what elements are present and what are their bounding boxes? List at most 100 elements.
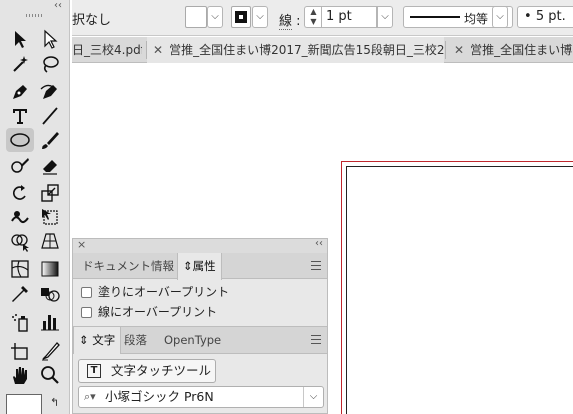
- tab-character[interactable]: ⇕ 文字: [73, 327, 122, 354]
- panel-tabs-top: ドキュメント情報 ⇕属性: [73, 253, 327, 280]
- close-icon[interactable]: ✕: [454, 43, 464, 57]
- hand-tool[interactable]: [6, 363, 34, 387]
- mesh-tool[interactable]: [6, 257, 34, 281]
- tab-document-2[interactable]: ✕ 営推_全国住まい博2017_新聞広告15段朝日_三校2.ai*: [147, 37, 444, 63]
- overprint-fill-label: 塗りにオーバープリント: [98, 285, 230, 299]
- panel-menu-icon[interactable]: [311, 335, 321, 344]
- perspective-grid-tool[interactable]: [36, 229, 64, 253]
- touch-type-tool-button[interactable]: T 文字タッチツール: [78, 359, 216, 383]
- overprint-fill-checkbox[interactable]: [81, 286, 92, 298]
- symbol-sprayer-icon: [12, 314, 28, 332]
- column-graph-icon: [41, 315, 59, 331]
- direct-selection-icon: [44, 29, 58, 49]
- ellipse-tool[interactable]: [6, 128, 34, 152]
- fill-stroke-swatch[interactable]: [6, 394, 42, 414]
- overprint-stroke-label: 線にオーバープリント: [98, 305, 218, 319]
- panel-tabs-bottom: ⇕ 文字 段落 OpenType: [73, 326, 327, 354]
- gradient-tool[interactable]: [36, 257, 64, 281]
- pen-icon: [13, 85, 27, 99]
- curvature-icon: [40, 84, 57, 99]
- eyedropper-tool[interactable]: [6, 282, 34, 306]
- lasso-icon: [43, 56, 59, 73]
- stroke-weight-field[interactable]: 1 pt: [321, 6, 377, 28]
- lasso-tool[interactable]: [36, 52, 64, 76]
- artboard-icon: [11, 343, 28, 360]
- curvature-tool[interactable]: [36, 80, 64, 104]
- column-graph-tool[interactable]: [36, 310, 64, 334]
- control-bar: 択なし ⌵ ⌵ 線 : ▲ ▼ 1 pt ⌵ 均等 ⌵ • 5 pt.: [72, 0, 573, 36]
- stroke-weight-stepper[interactable]: ▲ ▼: [304, 6, 322, 28]
- search-icon[interactable]: ⌕▾: [84, 387, 96, 407]
- eraser-tool[interactable]: [36, 153, 64, 177]
- pen-tool[interactable]: [6, 80, 34, 104]
- stroke-weight-dropdown[interactable]: ⌵: [377, 6, 393, 28]
- stroke-color-dropdown[interactable]: ⌵: [252, 6, 268, 28]
- mesh-icon: [11, 260, 29, 278]
- tab-paragraph[interactable]: 段落: [119, 327, 152, 353]
- toolbar-header: ‹‹: [0, 0, 70, 22]
- line-icon: [42, 107, 58, 125]
- symbol-sprayer-tool[interactable]: [6, 310, 34, 334]
- brush-definition[interactable]: • 5 pt.: [517, 6, 573, 28]
- magic-wand-tool[interactable]: [6, 52, 34, 76]
- overprint-stroke-checkbox[interactable]: [81, 306, 92, 318]
- stroke-label[interactable]: 線 :: [279, 10, 301, 30]
- artboard-tool[interactable]: [6, 339, 34, 363]
- fill-color-dropdown[interactable]: ⌵: [207, 6, 223, 28]
- paintbrush-tool[interactable]: [36, 128, 64, 152]
- slice-icon: [42, 342, 60, 361]
- tab-document-3[interactable]: ✕ 営推_全国住まい博2: [446, 37, 573, 63]
- profile-dropdown[interactable]: ⌵: [492, 6, 508, 28]
- fill-color-swatch[interactable]: [185, 6, 207, 28]
- tab-opentype[interactable]: OpenType: [159, 327, 226, 353]
- scale-icon: [41, 184, 59, 202]
- shape-builder-icon: [11, 234, 29, 252]
- chevron-down-icon[interactable]: ⌵: [303, 387, 323, 407]
- document-tab-bar: 日_三校4.pdf ✕ 営推_全国住まい博2017_新聞広告15段朝日_三校2.a…: [72, 37, 573, 63]
- close-icon[interactable]: ×: [77, 238, 86, 251]
- tab-attributes[interactable]: ⇕属性: [177, 253, 222, 280]
- hand-icon: [13, 367, 27, 384]
- gradient-icon: [41, 261, 59, 277]
- zoom-tool[interactable]: [36, 363, 64, 387]
- zoom-icon: [41, 366, 59, 384]
- tab-document-1[interactable]: 日_三校4.pdf: [72, 37, 142, 63]
- scale-tool[interactable]: [36, 181, 64, 205]
- overprint-stroke-row[interactable]: 線にオーバープリント: [81, 303, 217, 321]
- font-family-field[interactable]: ⌕▾ 小塚ゴシック Pr6N ⌵: [78, 386, 324, 408]
- collapse-icon[interactable]: ‹‹: [315, 238, 323, 249]
- rotate-icon: [12, 185, 26, 200]
- touch-type-icon: T: [87, 364, 101, 378]
- profile-line: [410, 16, 460, 18]
- swap-fill-stroke-icon[interactable]: ↰: [50, 396, 59, 409]
- panel-header: × ‹‹: [73, 238, 327, 253]
- slice-tool[interactable]: [36, 339, 64, 363]
- expand-arrows-icon: ⇕: [79, 333, 89, 347]
- perspective-grid-icon: [41, 233, 59, 249]
- attributes-character-panel: × ‹‹ ドキュメント情報 ⇕属性 塗りにオーバープリント 線にオーバープリント…: [72, 238, 328, 414]
- warp-tool[interactable]: [6, 205, 34, 229]
- panel-menu-icon[interactable]: [311, 261, 321, 270]
- shape-builder-tool[interactable]: [6, 229, 34, 253]
- direct-selection-tool[interactable]: [36, 27, 64, 51]
- type-icon: [13, 109, 27, 124]
- blend-icon: [41, 288, 60, 302]
- collapse-icon[interactable]: ‹‹: [54, 0, 62, 11]
- selection-status: 択なし: [72, 13, 112, 28]
- stroke-color-swatch[interactable]: [231, 6, 251, 28]
- free-transform-tool[interactable]: [36, 205, 64, 229]
- artboard[interactable]: [346, 166, 573, 414]
- selection-tool[interactable]: [6, 27, 34, 51]
- profile-label: 均等: [464, 12, 489, 26]
- warp-icon: [11, 211, 29, 224]
- tab-document-info[interactable]: ドキュメント情報: [77, 253, 179, 279]
- rotate-tool[interactable]: [6, 181, 34, 205]
- close-icon[interactable]: ✕: [153, 43, 163, 57]
- line-tool[interactable]: [36, 104, 64, 128]
- overprint-fill-row[interactable]: 塗りにオーバープリント: [81, 283, 229, 301]
- shaper-tool[interactable]: [6, 153, 34, 177]
- tools-panel: ‹‹ ↰: [0, 0, 70, 414]
- type-tool[interactable]: [6, 104, 34, 128]
- blend-tool[interactable]: [36, 282, 64, 306]
- grip-icon[interactable]: [26, 14, 44, 17]
